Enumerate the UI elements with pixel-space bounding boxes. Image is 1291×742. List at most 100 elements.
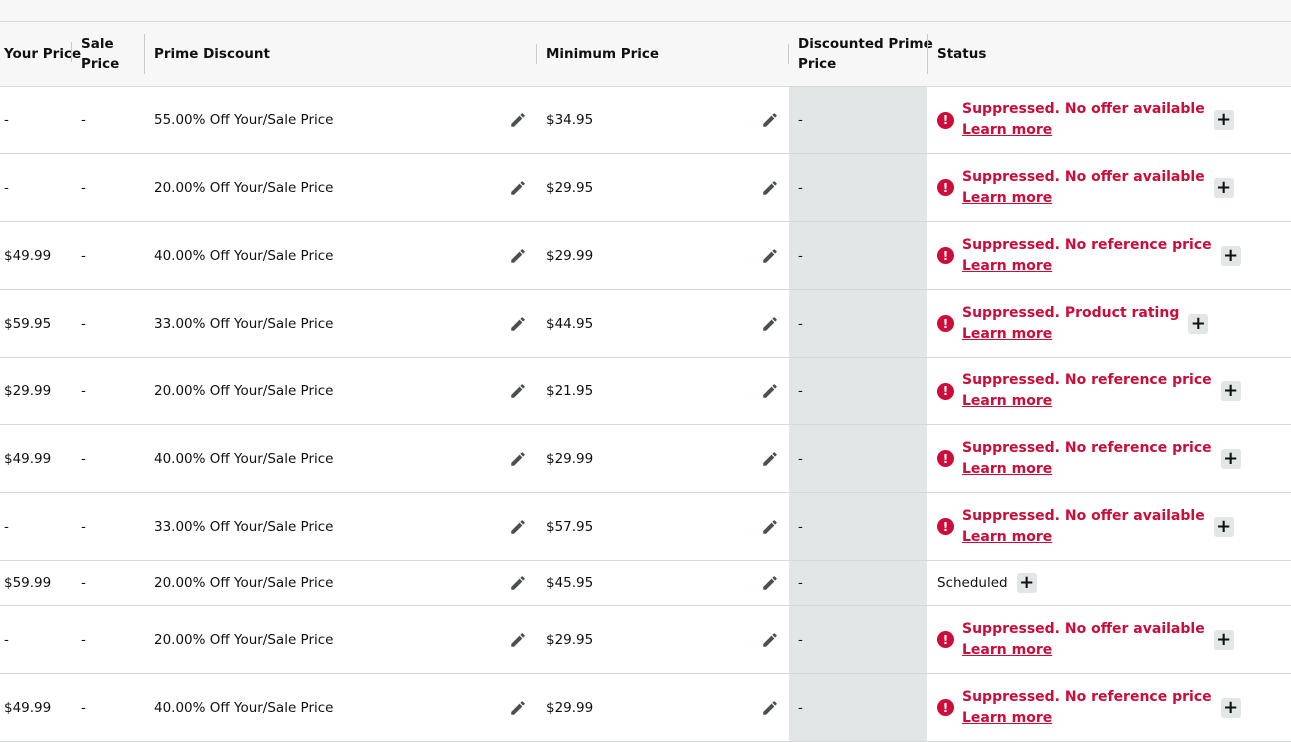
status-cell: ! Suppressed. No offer available Learn m… <box>937 493 1234 560</box>
edit-prime-discount-pencil-icon[interactable] <box>509 518 527 536</box>
status-cell: Scheduled + <box>937 561 1037 605</box>
status-cell: ! Suppressed. No reference price Learn m… <box>937 674 1241 741</box>
minimum-price-cell: $29.99 <box>546 247 594 264</box>
status-cell: ! Suppressed. Product rating Learn more … <box>937 290 1209 357</box>
table-header: Your Price Sale Price Prime Discount Min… <box>0 22 1291 87</box>
top-bar <box>0 0 1291 22</box>
alert-icon: ! <box>937 518 954 535</box>
discounted-prime-column-bg <box>789 358 927 424</box>
edit-prime-discount-pencil-icon[interactable] <box>509 382 527 400</box>
header-status[interactable]: Status <box>937 22 986 86</box>
discounted-prime-price-cell: - <box>798 383 803 399</box>
discounted-prime-column-bg <box>789 561 927 605</box>
learn-more-link[interactable]: Learn more <box>962 459 1212 480</box>
expand-plus-icon[interactable]: + <box>1016 573 1037 593</box>
status-cell: ! Suppressed. No offer available Learn m… <box>937 87 1234 153</box>
edit-minimum-price-pencil-icon[interactable] <box>761 699 779 717</box>
header-your-price[interactable]: Your Price <box>4 22 81 86</box>
discounted-prime-column-bg <box>789 425 927 492</box>
minimum-price-cell: $34.95 <box>546 112 594 128</box>
learn-more-link[interactable]: Learn more <box>962 188 1205 209</box>
sale-price-cell: - <box>81 247 86 264</box>
alert-icon: ! <box>937 382 954 400</box>
edit-minimum-price-pencil-icon[interactable] <box>761 450 779 468</box>
expand-plus-icon[interactable]: + <box>1188 313 1209 334</box>
header-divider <box>788 44 789 64</box>
edit-minimum-price-pencil-icon[interactable] <box>761 382 779 400</box>
edit-minimum-price-pencil-icon[interactable] <box>761 247 779 265</box>
status-text-block: Suppressed. No offer available Learn mor… <box>962 506 1205 548</box>
header-prime-discount[interactable]: Prime Discount <box>154 22 270 86</box>
expand-plus-icon[interactable]: + <box>1213 177 1234 198</box>
edit-minimum-price-pencil-icon[interactable] <box>761 518 779 536</box>
status-cell: ! Suppressed. No reference price Learn m… <box>937 358 1241 424</box>
edit-prime-discount-pencil-icon[interactable] <box>509 179 527 197</box>
status-message: Suppressed. No offer available <box>962 101 1205 117</box>
discounted-prime-price-cell: - <box>798 315 803 332</box>
edit-prime-discount-pencil-icon[interactable] <box>509 247 527 265</box>
expand-plus-icon[interactable]: + <box>1220 245 1241 266</box>
table-row: - - 20.00% Off Your/Sale Price $29.95 - ! Su… <box>0 606 1291 674</box>
header-divider <box>536 44 537 64</box>
table-row: $59.99 - 20.00% Off Your/Sale Price $45.95 -… <box>0 561 1291 606</box>
edit-prime-discount-pencil-icon[interactable] <box>509 111 527 129</box>
learn-more-link[interactable]: Learn more <box>962 640 1205 661</box>
sale-price-cell: - <box>81 315 86 332</box>
status-text-block: Suppressed. Product rating Learn more <box>962 303 1179 345</box>
table-row: - - 20.00% Off Your/Sale Price $29.95 - ! Su… <box>0 154 1291 222</box>
edit-prime-discount-pencil-icon[interactable] <box>509 631 527 649</box>
status-message: Suppressed. No offer available <box>962 620 1205 637</box>
edit-minimum-price-pencil-icon[interactable] <box>761 315 779 333</box>
edit-prime-discount-pencil-icon[interactable] <box>509 450 527 468</box>
header-sale-price[interactable]: Sale Price <box>81 22 119 86</box>
edit-minimum-price-pencil-icon[interactable] <box>761 179 779 197</box>
edit-minimum-price-pencil-icon[interactable] <box>761 631 779 649</box>
table-row: $29.99 - 20.00% Off Your/Sale Price $21.95 -… <box>0 358 1291 425</box>
expand-plus-icon[interactable]: + <box>1220 697 1241 718</box>
prime-discount-cell: 33.00% Off Your/Sale Price <box>154 518 334 535</box>
expand-plus-icon[interactable]: + <box>1213 629 1234 650</box>
status-message: Suppressed. Product rating <box>962 304 1180 321</box>
your-price-cell: $49.99 <box>4 450 52 467</box>
edit-minimum-price-pencil-icon[interactable] <box>761 574 779 592</box>
edit-prime-discount-pencil-icon[interactable] <box>509 315 527 333</box>
status-text-block: Suppressed. No reference price Learn mor… <box>962 438 1212 480</box>
expand-plus-icon[interactable]: + <box>1220 381 1241 401</box>
learn-more-link[interactable]: Learn more <box>962 527 1205 548</box>
header-minimum-price[interactable]: Minimum Price <box>546 22 659 86</box>
your-price-cell: - <box>4 179 9 196</box>
status-cell: ! Suppressed. No reference price Learn m… <box>937 222 1241 289</box>
learn-more-link[interactable]: Learn more <box>962 120 1205 141</box>
learn-more-link[interactable]: Learn more <box>962 391 1212 412</box>
discounted-prime-column-bg <box>789 87 927 153</box>
discounted-prime-price-cell: - <box>798 699 803 716</box>
header-sale-price-line2: Price <box>81 56 120 72</box>
prime-discount-cell: 40.00% Off Your/Sale Price <box>154 247 334 264</box>
expand-plus-icon[interactable]: + <box>1220 448 1241 469</box>
learn-more-link[interactable]: Learn more <box>962 324 1179 345</box>
status-message: Suppressed. No offer available <box>962 507 1205 524</box>
edit-minimum-price-pencil-icon[interactable] <box>761 111 779 129</box>
minimum-price-cell: $29.99 <box>546 699 594 716</box>
prime-discount-cell: 20.00% Off Your/Sale Price <box>154 575 334 591</box>
expand-plus-icon[interactable]: + <box>1213 516 1234 537</box>
edit-prime-discount-pencil-icon[interactable] <box>509 574 527 592</box>
table-row: - - 55.00% Off Your/Sale Price $34.95 - ! Su… <box>0 87 1291 154</box>
status-message: Suppressed. No offer available <box>962 168 1205 185</box>
edit-prime-discount-pencil-icon[interactable] <box>509 699 527 717</box>
header-discounted-prime-line2: Price <box>798 56 837 72</box>
learn-more-link[interactable]: Learn more <box>962 708 1212 729</box>
discounted-prime-price-cell: - <box>798 112 803 128</box>
learn-more-link[interactable]: Learn more <box>962 256 1212 277</box>
discounted-prime-price-cell: - <box>798 575 803 591</box>
header-discounted-prime-price[interactable]: Discounted Prime Price <box>798 22 933 86</box>
your-price-cell: $49.99 <box>4 247 52 264</box>
prime-discount-cell: 20.00% Off Your/Sale Price <box>154 631 334 648</box>
table-row: $49.99 - 40.00% Off Your/Sale Price $29.99 -… <box>0 425 1291 493</box>
expand-plus-icon[interactable]: + <box>1213 110 1234 130</box>
alert-icon: ! <box>937 450 954 467</box>
prime-discount-cell: 20.00% Off Your/Sale Price <box>154 383 334 399</box>
sale-price-cell: - <box>81 575 86 591</box>
prime-discount-cell: 20.00% Off Your/Sale Price <box>154 179 334 196</box>
discounted-prime-column-bg <box>789 222 927 289</box>
